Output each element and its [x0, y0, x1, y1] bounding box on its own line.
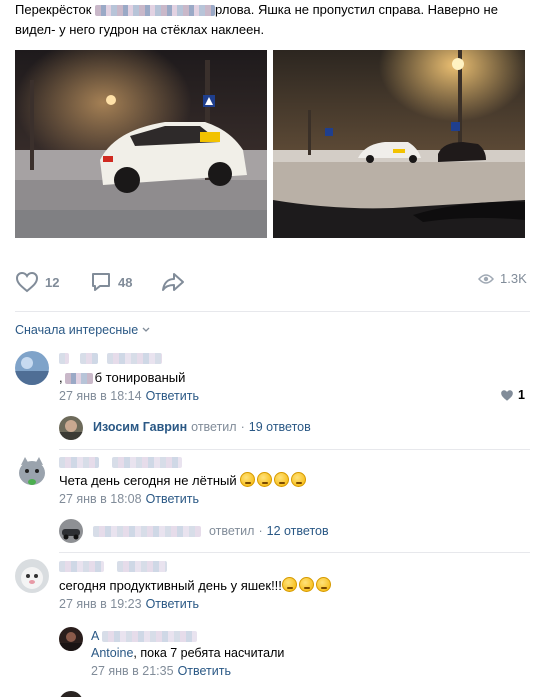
- comment-meta: 27 янв в 18:08 Ответить: [59, 492, 199, 506]
- divider: [59, 449, 530, 450]
- comment-author[interactable]: [59, 457, 182, 468]
- thread-count[interactable]: 12 ответов: [267, 524, 329, 538]
- post-text: Перекрёсток рлова. Яшка не пропустил спр…: [15, 0, 530, 40]
- emoji-icon: [298, 577, 314, 592]
- avatar[interactable]: [15, 351, 49, 385]
- reply-author[interactable]: А: [91, 629, 198, 643]
- emoji-icon: [291, 472, 307, 487]
- comment-meta: 27 янв в 19:23 Ответить: [59, 597, 199, 611]
- reply-to-link[interactable]: Antoine: [91, 646, 133, 660]
- post-text-line2: видел- у него гудрон на стёклах наклеен.: [15, 22, 265, 37]
- post-actions: 12 48 1.3K: [0, 271, 541, 297]
- comment-thread[interactable]: Изосим Гаврин ответил · 19 ответов: [93, 420, 311, 434]
- avatar[interactable]: [15, 559, 49, 593]
- comment-date[interactable]: 27 янв в 18:14: [59, 389, 142, 403]
- avatar[interactable]: [59, 519, 83, 543]
- comment-thread[interactable]: ответил · 12 ответов: [93, 524, 329, 538]
- post-photo-2[interactable]: [273, 50, 525, 238]
- post-text-start: Перекрёсток: [15, 2, 96, 17]
- comment-meta: 27 янв в 18:14 Ответить: [59, 389, 199, 403]
- comment-button[interactable]: 48: [90, 271, 132, 293]
- emoji-icon: [281, 577, 297, 592]
- thread-author[interactable]: Изосим Гаврин: [93, 420, 187, 434]
- avatar[interactable]: [59, 691, 83, 697]
- comment-like-count: 1: [518, 388, 525, 402]
- emoji-icon: [315, 577, 331, 592]
- reply-link[interactable]: Ответить: [146, 597, 199, 611]
- avatar[interactable]: [15, 455, 49, 489]
- comment-count: 48: [118, 274, 133, 290]
- comment-date[interactable]: 27 янв в 21:35: [91, 664, 174, 678]
- comment-author[interactable]: [59, 561, 167, 572]
- comment-like[interactable]: 1: [500, 388, 530, 403]
- avatar[interactable]: [59, 627, 83, 651]
- comment-text: сегодня продуктивный день у яшек!!!: [59, 577, 333, 594]
- post-photo-1[interactable]: [15, 50, 267, 238]
- thread-count[interactable]: 19 ответов: [249, 420, 311, 434]
- heart-icon: [501, 390, 513, 401]
- thread-author[interactable]: [93, 525, 201, 537]
- emoji-icon: [240, 472, 256, 487]
- heart-icon: [15, 271, 39, 293]
- avatar[interactable]: [59, 416, 83, 440]
- views: 1.3K: [478, 271, 527, 286]
- reply-link[interactable]: Ответить: [146, 389, 199, 403]
- emoji-icon: [274, 472, 290, 487]
- comment-date[interactable]: 27 янв в 18:08: [59, 492, 142, 506]
- comment-text: ,б тонированый: [59, 370, 186, 385]
- comment-author[interactable]: [59, 353, 162, 364]
- divider: [59, 552, 530, 553]
- blurred-text: [95, 5, 216, 17]
- sort-label: Сначала интересные: [15, 323, 139, 337]
- like-count: 12: [45, 274, 60, 290]
- like-button[interactable]: 12: [15, 271, 59, 293]
- post-text-mid: рлова. Яшка не пропустил справа. Наверно…: [215, 2, 498, 17]
- chevron-down-icon: [142, 327, 150, 332]
- comment-icon: [92, 273, 110, 291]
- emoji-icon: [257, 472, 273, 487]
- reply-meta: 27 янв в 21:35 Ответить: [91, 664, 231, 678]
- divider: [15, 311, 530, 312]
- eye-icon: [478, 273, 494, 284]
- comment-date[interactable]: 27 янв в 19:23: [59, 597, 142, 611]
- share-button[interactable]: [161, 271, 185, 293]
- share-icon: [162, 273, 184, 291]
- sort-selector[interactable]: Сначала интересные: [15, 323, 150, 337]
- reply-text: Antoine, пока 7 ребята насчитали: [91, 646, 285, 660]
- comment-text: Чета день сегодня не лётный: [59, 472, 308, 489]
- views-count: 1.3K: [500, 271, 527, 286]
- reply-link[interactable]: Ответить: [178, 664, 231, 678]
- reply-link[interactable]: Ответить: [146, 492, 199, 506]
